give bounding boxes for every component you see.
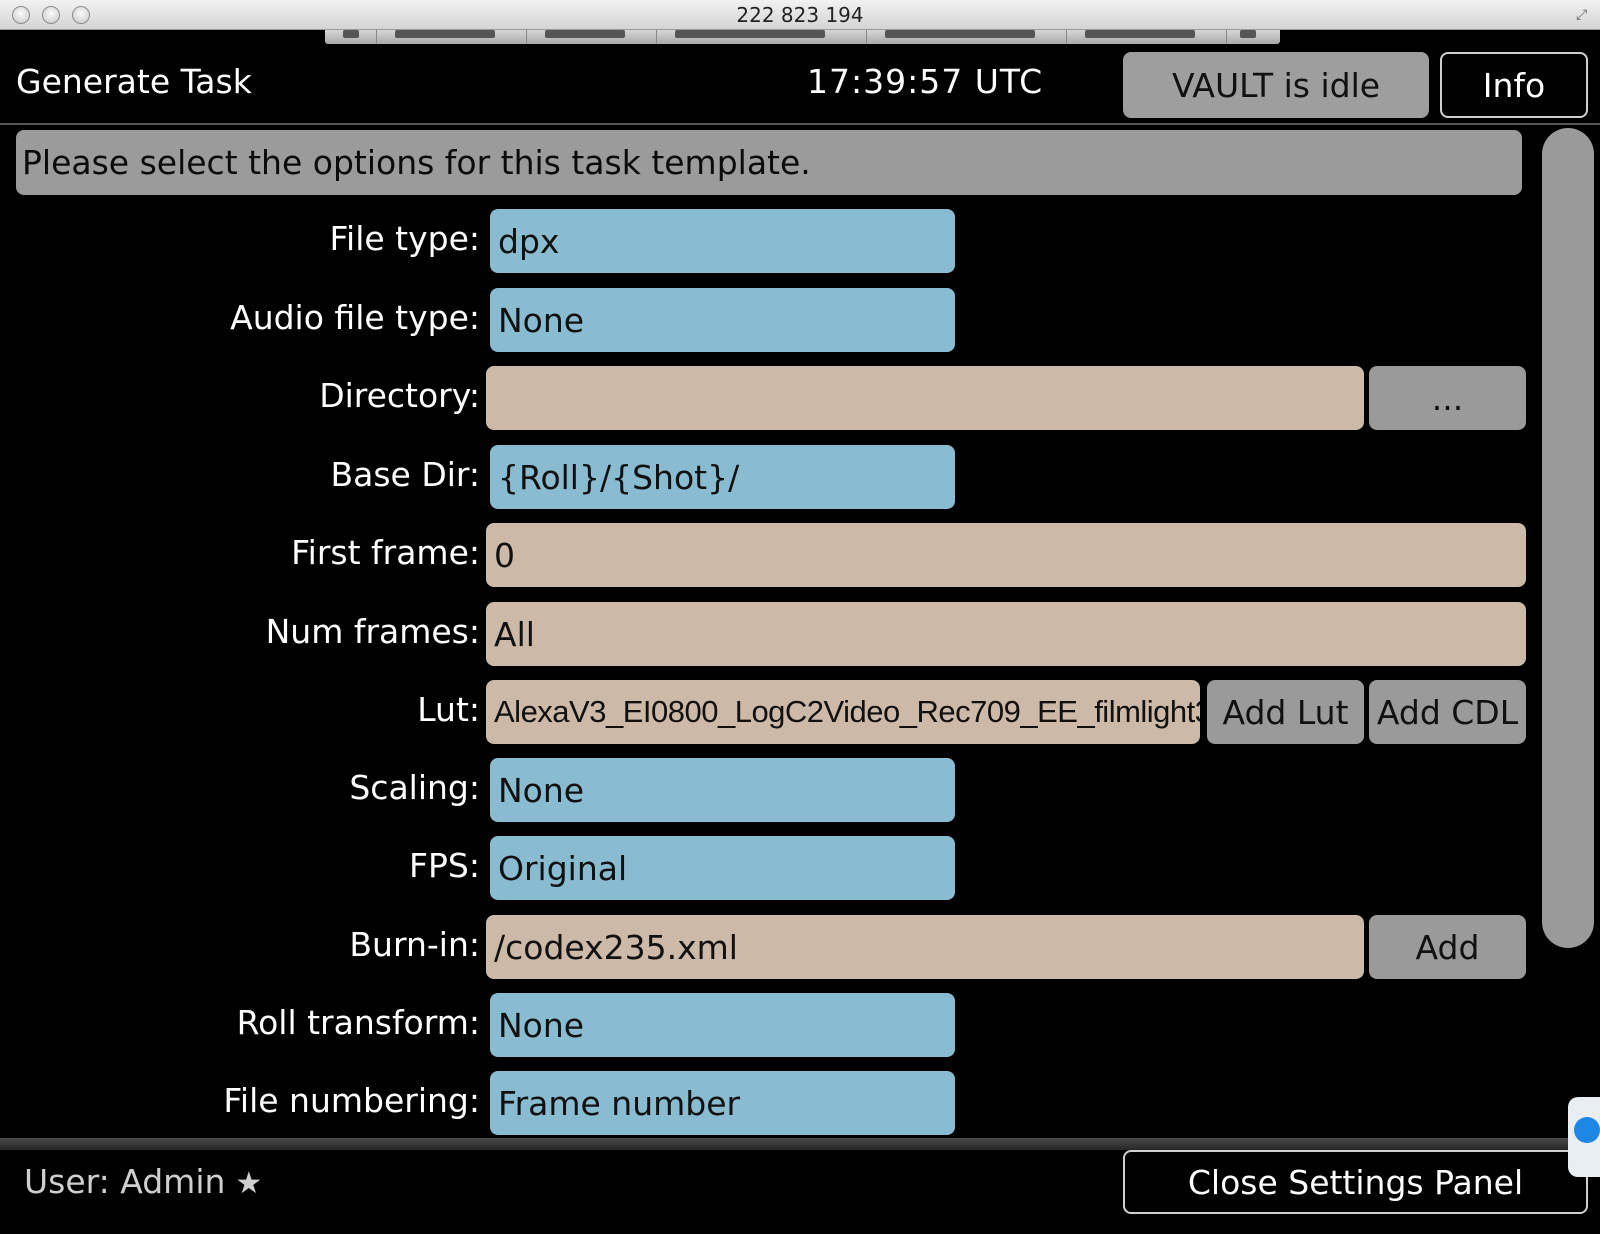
vault-status-button[interactable]: VAULT is idle	[1123, 52, 1429, 118]
scrollbar-thumb[interactable]	[1542, 128, 1594, 948]
num-frames-label: Num frames:	[265, 612, 480, 651]
num-frames-input[interactable]: All	[486, 602, 1526, 666]
user-name: User: Admin	[24, 1162, 226, 1201]
fps-label: FPS:	[409, 846, 480, 885]
window-title: 222 823 194	[736, 3, 864, 27]
base-dir-label: Base Dir:	[330, 455, 480, 494]
roll-transform-label: Roll transform:	[236, 1003, 480, 1042]
scaling-select[interactable]: None	[490, 758, 955, 822]
audio-file-type-select[interactable]: None	[490, 288, 955, 352]
window-titlebar: 222 823 194 ⤢	[0, 0, 1600, 30]
audio-file-type-label: Audio file type:	[230, 298, 480, 337]
header-divider	[0, 123, 1600, 125]
add-lut-button[interactable]: Add Lut	[1207, 680, 1364, 744]
obscured-toolbar	[325, 30, 1280, 44]
teamviewer-icon[interactable]	[1568, 1097, 1600, 1177]
instructions-banner: Please select the options for this task …	[16, 130, 1522, 195]
scaling-label: Scaling:	[349, 768, 480, 807]
star-icon: ★	[235, 1166, 263, 1201]
directory-browse-button[interactable]: ...	[1369, 366, 1526, 430]
add-cdl-button[interactable]: Add CDL	[1369, 680, 1526, 744]
file-type-label: File type:	[329, 219, 480, 258]
first-frame-label: First frame:	[291, 533, 480, 572]
first-frame-input[interactable]: 0	[486, 523, 1526, 587]
utc-clock: 17:39:57 UTC	[807, 62, 1044, 101]
file-numbering-label: File numbering:	[223, 1081, 480, 1120]
directory-label: Directory:	[319, 376, 480, 415]
close-settings-panel-button[interactable]: Close Settings Panel	[1123, 1150, 1588, 1214]
burn-in-input[interactable]: /codex235.xml	[486, 915, 1364, 979]
page-title: Generate Task	[16, 62, 252, 101]
file-type-select[interactable]: dpx	[490, 209, 955, 273]
lut-input[interactable]: AlexaV3_EI0800_LogC2Video_Rec709_EE_film…	[486, 680, 1200, 744]
fullscreen-icon[interactable]: ⤢	[1576, 7, 1592, 23]
base-dir-select[interactable]: {Roll}/{Shot}/	[490, 445, 955, 509]
fps-select[interactable]: Original	[490, 836, 955, 900]
directory-input[interactable]	[486, 366, 1364, 430]
lut-label: Lut:	[417, 690, 480, 729]
file-numbering-select[interactable]: Frame number	[490, 1071, 955, 1135]
info-button[interactable]: Info	[1440, 52, 1588, 118]
user-indicator: User: Admin ★	[24, 1162, 262, 1201]
burn-in-label: Burn-in:	[349, 925, 480, 964]
roll-transform-select[interactable]: None	[490, 993, 955, 1057]
add-burn-in-button[interactable]: Add	[1369, 915, 1526, 979]
